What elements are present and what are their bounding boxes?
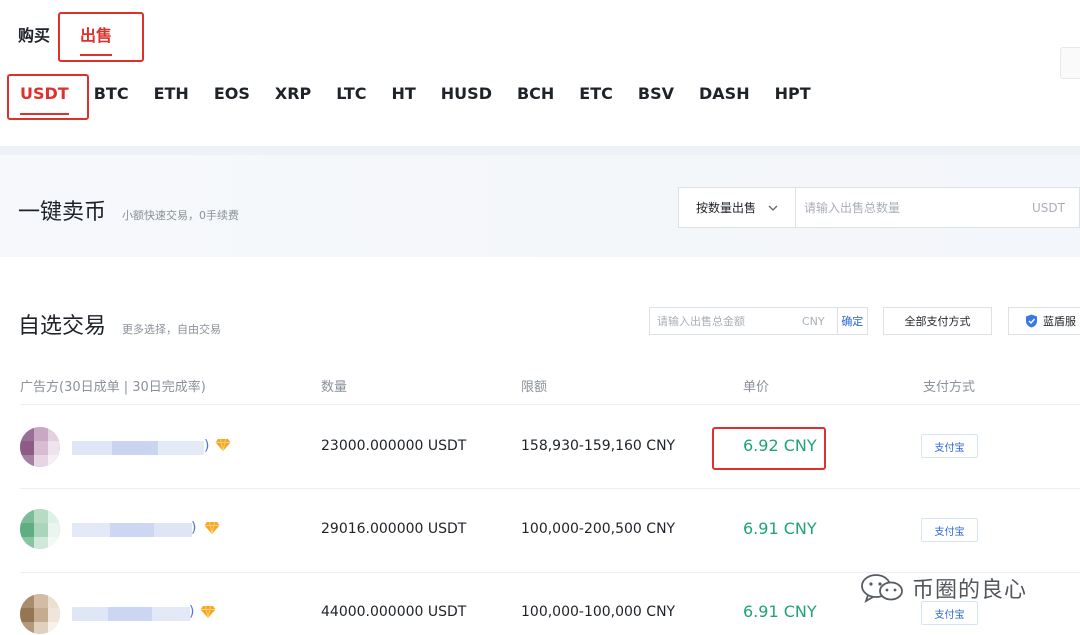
advertiser-name-redacted[interactable] bbox=[72, 441, 204, 455]
highlight-box-usdt-tab bbox=[7, 74, 89, 120]
header-limit: 限额 bbox=[521, 380, 548, 395]
payment-method-filter[interactable]: 全部支付方式 bbox=[883, 307, 992, 335]
alipay-badge: 支付宝 bbox=[921, 601, 978, 625]
coin-tab-btc[interactable]: BTC bbox=[94, 84, 129, 103]
quick-sell-heading: 一键卖币 小额快速交易，0手续费 bbox=[18, 194, 239, 226]
header-quantity: 数量 bbox=[321, 380, 348, 395]
diamond-icon bbox=[204, 521, 220, 535]
diamond-icon bbox=[200, 605, 216, 619]
sell-mode-label: 按数量出售 bbox=[695, 201, 756, 215]
coin-tab-eth[interactable]: ETH bbox=[154, 84, 189, 103]
sell-mode-select[interactable]: 按数量出售 bbox=[679, 188, 796, 227]
coin-tab-husd[interactable]: HUSD bbox=[441, 84, 492, 103]
avatar bbox=[20, 509, 60, 549]
diamond-icon bbox=[215, 438, 231, 452]
shield-icon bbox=[1026, 314, 1037, 328]
limit-cell: 100,000-100,000 CNY bbox=[521, 604, 676, 620]
quick-sell-title: 一键卖币 bbox=[18, 200, 107, 225]
highlight-box-sell-tab bbox=[58, 12, 144, 62]
wechat-icon bbox=[861, 574, 903, 603]
sell-quantity-unit: USDT bbox=[1032, 200, 1065, 215]
alipay-badge: 支付宝 bbox=[921, 434, 978, 458]
quantity-cell: 29016.000000 USDT bbox=[321, 521, 467, 537]
table-divider bbox=[20, 404, 1080, 405]
self-trade-heading: 自选交易 更多选择，自由交易 bbox=[18, 308, 221, 340]
avatar bbox=[20, 427, 60, 467]
name-paren: ) bbox=[204, 438, 210, 454]
coin-tab-bsv[interactable]: BSV bbox=[638, 84, 674, 103]
sell-quantity-input[interactable] bbox=[796, 188, 1033, 227]
coin-tabs: USDT BTC ETH EOS XRP LTC HT HUSD BCH ETC… bbox=[20, 84, 836, 115]
self-trade-subtitle: 更多选择，自由交易 bbox=[122, 323, 222, 336]
sell-amount-unit: CNY bbox=[802, 314, 825, 328]
name-paren: ) bbox=[189, 604, 195, 620]
avatar bbox=[20, 594, 60, 634]
alipay-badge: 支付宝 bbox=[921, 518, 978, 542]
tab-buy[interactable]: 购买 bbox=[18, 22, 50, 46]
price-cell: 6.91 CNY bbox=[743, 602, 817, 621]
table-divider bbox=[20, 488, 1080, 489]
name-paren: ) bbox=[191, 520, 197, 536]
coin-tab-hpt[interactable]: HPT bbox=[775, 84, 811, 103]
quantity-cell: 23000.000000 USDT bbox=[321, 438, 467, 454]
blue-shield-filter[interactable]: 蓝盾服 bbox=[1008, 307, 1080, 335]
confirm-button[interactable]: 确定 bbox=[836, 308, 867, 334]
wechat-watermark: 币圈的良心 bbox=[860, 572, 1027, 604]
coin-tab-eos[interactable]: EOS bbox=[214, 84, 250, 103]
coin-tab-ht[interactable]: HT bbox=[391, 84, 415, 103]
price-cell: 6.91 CNY bbox=[743, 519, 817, 538]
coin-tab-bch[interactable]: BCH bbox=[517, 84, 554, 103]
quick-sell-form: 按数量出售 USDT bbox=[678, 187, 1080, 228]
collapsed-panel-button[interactable] bbox=[1060, 47, 1080, 79]
coin-tab-dash[interactable]: DASH bbox=[699, 84, 750, 103]
amount-filter-form: CNY 确定 bbox=[649, 307, 868, 335]
coin-tab-xrp[interactable]: XRP bbox=[275, 84, 311, 103]
advertiser-name-redacted[interactable] bbox=[72, 523, 192, 537]
advertiser-name-redacted[interactable] bbox=[72, 607, 190, 621]
quantity-cell: 44000.000000 USDT bbox=[321, 604, 467, 620]
header-payment: 支付方式 bbox=[923, 380, 976, 395]
header-advertiser: 广告方(30日成单 | 30日完成率) bbox=[20, 380, 206, 395]
watermark-text: 币圈的良心 bbox=[912, 578, 1028, 603]
section-divider bbox=[0, 146, 1080, 155]
chevron-down-icon bbox=[768, 201, 778, 214]
limit-cell: 158,930-159,160 CNY bbox=[521, 438, 676, 454]
sell-amount-input[interactable] bbox=[650, 308, 802, 334]
quick-sell-subtitle: 小额快速交易，0手续费 bbox=[122, 209, 240, 222]
self-trade-title: 自选交易 bbox=[18, 314, 107, 339]
highlight-box-price bbox=[712, 427, 826, 470]
limit-cell: 100,000-200,500 CNY bbox=[521, 521, 676, 537]
coin-tab-ltc[interactable]: LTC bbox=[336, 84, 366, 103]
coin-tab-etc[interactable]: ETC bbox=[579, 84, 613, 103]
header-price: 单价 bbox=[743, 380, 770, 395]
blue-shield-label: 蓝盾服 bbox=[1043, 315, 1076, 328]
